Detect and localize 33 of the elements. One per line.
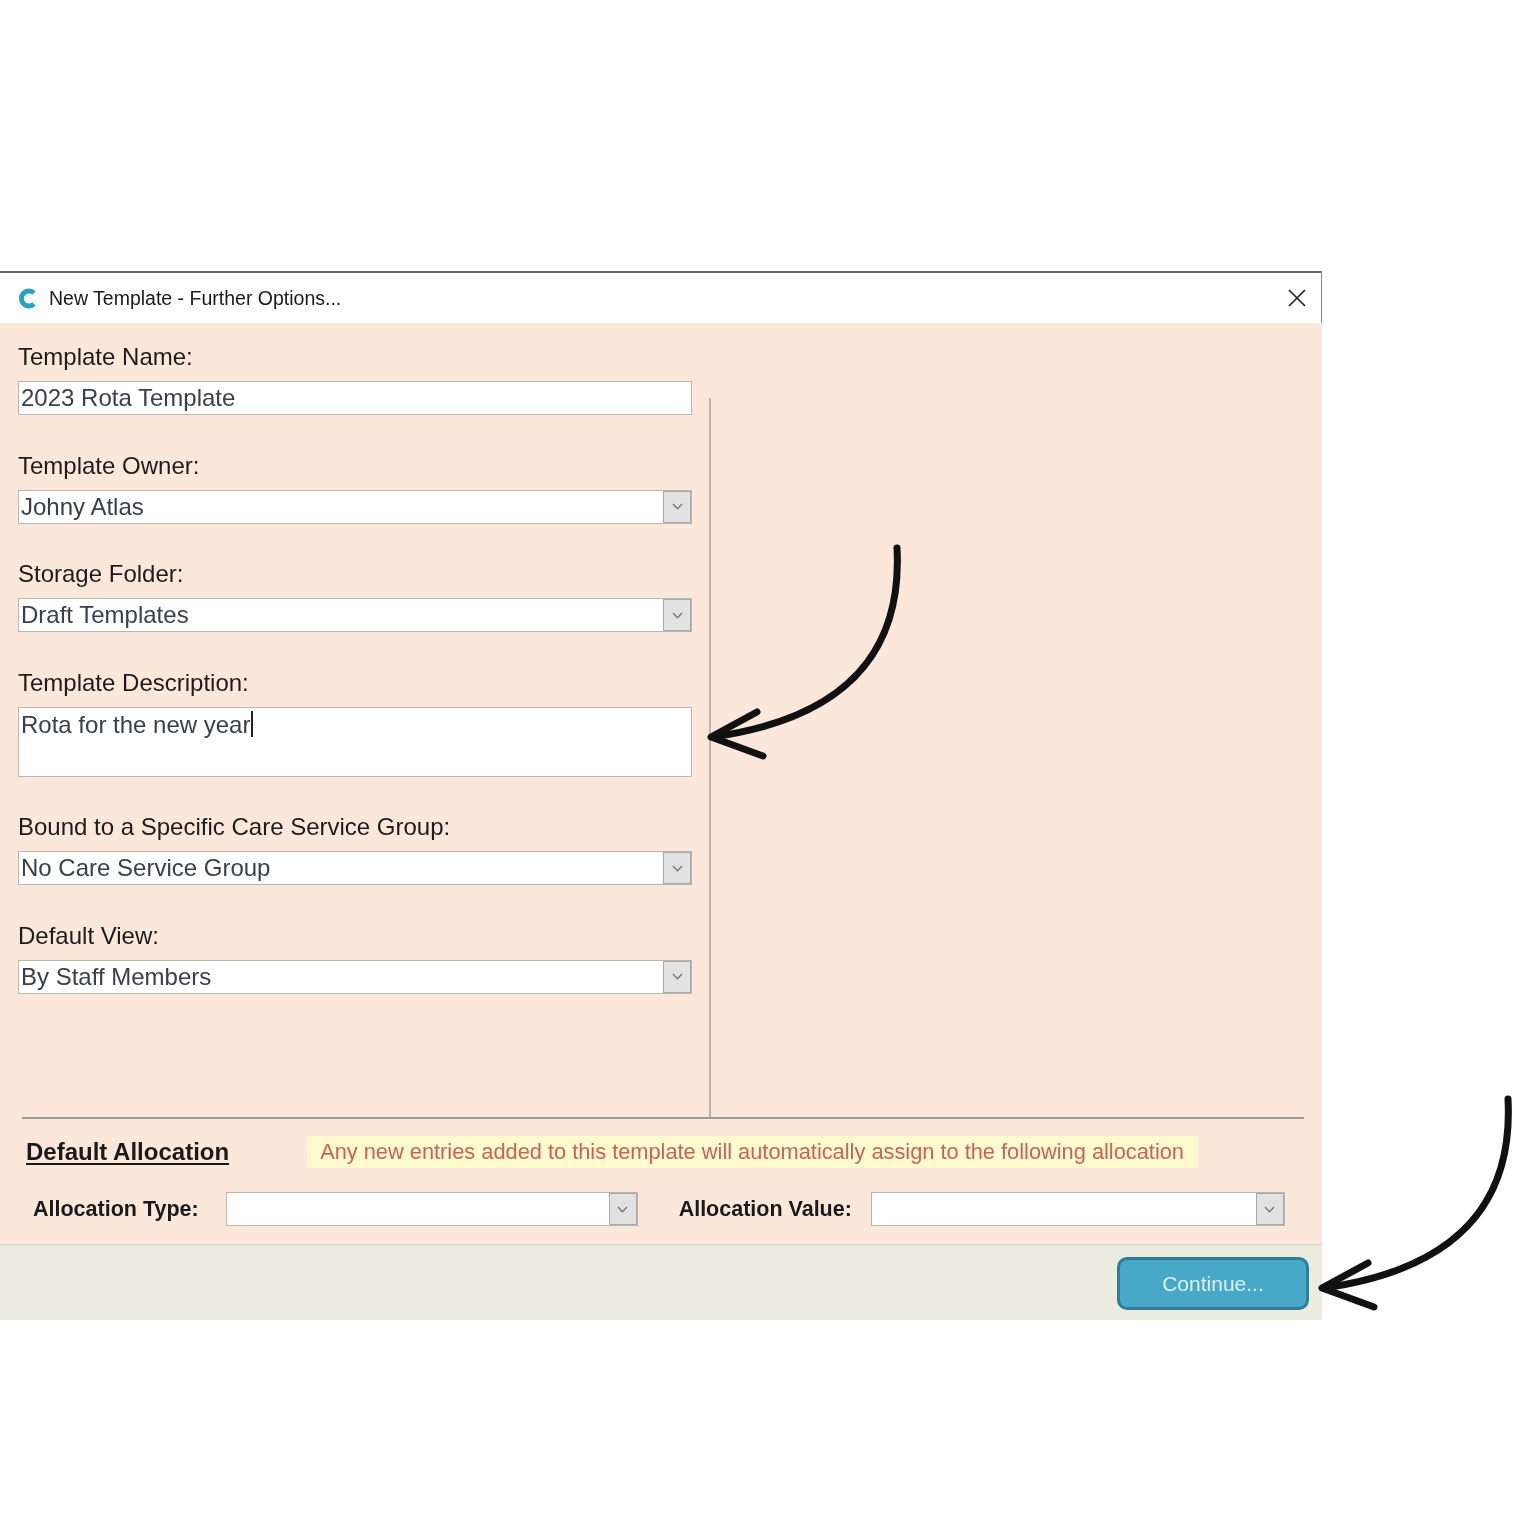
dropdown-button[interactable]	[608, 1193, 637, 1225]
close-icon[interactable]	[1288, 289, 1306, 307]
chevron-down-icon	[671, 611, 683, 619]
field-label: Storage Folder:	[18, 561, 184, 587]
field-label: Bound to a Specific Care Service Group:	[18, 814, 451, 840]
dropdown-button[interactable]	[663, 852, 691, 884]
field-label: Default View:	[18, 922, 159, 949]
dropdown-field[interactable]	[870, 1192, 1285, 1226]
section-heading: Default Allocation	[26, 1138, 230, 1166]
dropdown-field[interactable]: No Care Service Group	[18, 851, 692, 885]
chevron-down-icon	[617, 1205, 629, 1213]
window-title: New Template - Further Options...	[49, 286, 342, 310]
dropdown-field[interactable]	[225, 1192, 638, 1226]
text-field[interactable]: 2023 Rota Template	[18, 381, 692, 415]
text-area[interactable]: Rota for the new year	[18, 706, 692, 777]
info-note: Any new entries added to this template will automatically assign to the following allocation	[307, 1136, 1198, 1168]
dropdown-button[interactable]	[663, 960, 691, 993]
chevron-down-icon	[671, 864, 683, 872]
logo-icon	[18, 287, 36, 309]
field-label: Allocation Value:	[678, 1196, 852, 1222]
dropdown-button[interactable]	[663, 490, 691, 523]
dropdown-field[interactable]: Draft Templates	[18, 598, 692, 632]
chevron-down-icon	[1264, 1205, 1276, 1213]
field-label: Allocation Type:	[33, 1196, 199, 1222]
dropdown-button[interactable]	[663, 599, 691, 631]
dropdown-button[interactable]	[1255, 1193, 1284, 1225]
field-label: Template Name:	[18, 344, 193, 370]
dropdown-field[interactable]: Johny Atlas	[18, 489, 692, 524]
dropdown-field[interactable]: By Staff Members	[18, 959, 692, 994]
field-label: Template Description:	[18, 669, 249, 696]
chevron-down-icon	[671, 973, 683, 980]
field-label: Template Owner:	[18, 452, 200, 479]
chevron-down-icon	[671, 503, 683, 510]
